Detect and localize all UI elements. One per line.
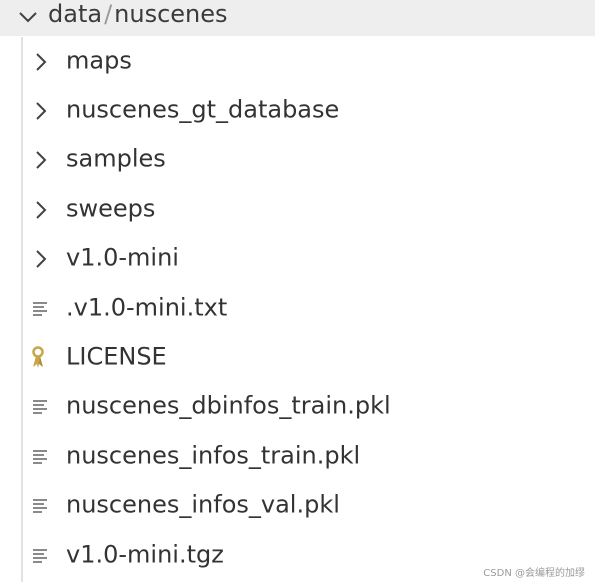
folder-name-nuscenes: nuscenes <box>114 0 228 28</box>
tree-item-label: maps <box>66 46 132 75</box>
tree-item-label: v1.0-mini <box>66 243 179 272</box>
chevron-right-icon <box>36 102 47 120</box>
text-file-icon <box>33 449 47 464</box>
tree-item-label: sweeps <box>66 194 156 223</box>
tree-item-label: nuscenes_infos_val.pkl <box>66 490 340 519</box>
text-file-icon <box>33 301 47 316</box>
file-explorer: data/nuscenes maps nuscenes_gt_database … <box>0 0 595 584</box>
tree-item-maps[interactable]: maps <box>0 37 595 86</box>
tree-item-sweeps[interactable]: sweeps <box>0 185 595 234</box>
tree-item-license[interactable]: LICENSE <box>0 333 595 382</box>
chevron-right-icon <box>36 151 47 170</box>
tree-item-samples[interactable]: samples <box>0 136 595 185</box>
text-file-icon <box>33 499 47 514</box>
folder-name-data: data <box>48 0 103 28</box>
tree-item-label: v1.0-mini.tgz <box>66 540 224 569</box>
license-key-icon <box>32 346 44 369</box>
tree-item-nuscenes-infos-train-pkl[interactable]: nuscenes_infos_train.pkl <box>0 432 595 481</box>
tree-item-label: LICENSE <box>66 342 167 371</box>
folder-header-data-nuscenes[interactable]: data/nuscenes <box>0 0 595 36</box>
watermark: CSDN @会编程的加缪 <box>483 568 585 579</box>
tree-item-nuscenes-dbinfos-train-pkl[interactable]: nuscenes_dbinfos_train.pkl <box>0 383 595 432</box>
tree-item-label: nuscenes_gt_database <box>66 95 340 124</box>
folder-path: data/nuscenes <box>48 0 228 32</box>
tree-item-v1-0-mini[interactable]: v1.0-mini <box>0 235 595 284</box>
path-separator: / <box>104 0 113 28</box>
chevron-right-icon <box>36 250 47 268</box>
chevron-right-icon <box>36 52 47 71</box>
chevron-down-icon <box>19 12 37 23</box>
tree-item-label: nuscenes_infos_train.pkl <box>66 441 361 470</box>
text-file-icon <box>33 548 47 563</box>
tree-item-v1-0-mini-txt[interactable]: .v1.0-mini.txt <box>0 284 595 333</box>
chevron-right-icon <box>36 201 47 219</box>
tree-item-nuscenes-infos-val-pkl[interactable]: nuscenes_infos_val.pkl <box>0 482 595 531</box>
tree-item-nuscenes-gt-database[interactable]: nuscenes_gt_database <box>0 86 595 135</box>
tree-item-label: nuscenes_dbinfos_train.pkl <box>66 392 391 421</box>
tree-item-label: samples <box>66 145 166 174</box>
text-file-icon <box>33 400 47 415</box>
file-tree: maps nuscenes_gt_database samples sweeps <box>0 37 595 580</box>
tree-item-label: .v1.0-mini.txt <box>66 293 228 322</box>
